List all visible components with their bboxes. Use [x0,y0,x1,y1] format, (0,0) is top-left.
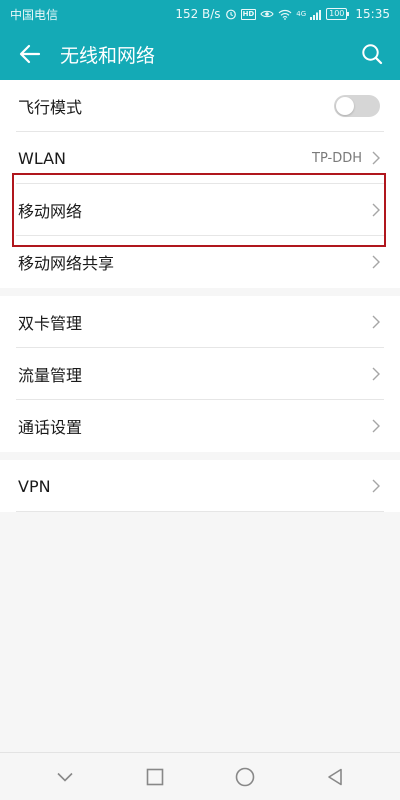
home-circle-icon [235,767,255,786]
navigation-bar [0,752,400,800]
collapse-down-icon [57,772,73,782]
hd-badge: HD [240,8,257,20]
network-settings-group: 飞行模式 WLAN TP-DDH 移动网络 移动网络共享 [0,80,400,288]
status-bar: 中国电信 152 B/s HD 4G 100 15:35 [0,0,400,28]
chevron-right-icon [370,202,382,218]
divider [16,511,384,512]
collapse-button[interactable] [45,757,85,797]
battery-level: 100 [329,9,345,18]
data-usage-row[interactable]: 流量管理 [0,348,400,400]
call-settings-label: 通话设置 [18,418,83,437]
eye-icon [260,9,274,19]
tethering-row[interactable]: 移动网络共享 [0,236,400,288]
app-bar: 无线和网络 [0,28,400,80]
dual-sim-row[interactable]: 双卡管理 [0,296,400,348]
chevron-right-icon [370,478,382,494]
page-title: 无线和网络 [60,44,156,67]
airplane-mode-label: 飞行模式 [18,98,83,117]
airplane-mode-toggle[interactable] [334,95,380,117]
back-arrow-icon [19,44,41,64]
call-settings-row[interactable]: 通话设置 [0,400,400,452]
network-type: 4G [296,10,307,18]
chevron-right-icon [370,418,382,434]
wlan-label: WLAN [18,148,67,168]
wifi-icon [278,9,292,20]
search-icon [362,44,383,65]
vpn-row[interactable]: VPN [0,460,400,512]
signal-icon [310,9,322,20]
chevron-right-icon [370,314,382,330]
vpn-group: VPN [0,460,400,512]
airplane-mode-row[interactable]: 飞行模式 [0,80,400,132]
network-speed: 152 B/s [175,7,221,21]
wlan-network-name: TP-DDH [312,150,362,166]
chevron-right-icon [370,254,382,270]
chevron-right-icon [370,366,382,382]
toggle-knob [336,97,354,115]
mobile-network-row[interactable]: 移动网络 [0,184,400,236]
nav-back-button[interactable] [315,757,355,797]
back-button[interactable] [0,28,60,80]
home-button[interactable] [225,757,265,797]
search-button[interactable] [344,28,400,80]
alarm-icon [225,8,237,20]
dual-sim-label: 双卡管理 [18,314,83,333]
sim-settings-group: 双卡管理 流量管理 通话设置 [0,296,400,452]
recents-square-icon [146,768,164,785]
chevron-right-icon [370,150,382,166]
recents-button[interactable] [135,757,175,797]
battery-icon: 100 [326,8,350,20]
data-usage-label: 流量管理 [18,366,83,385]
status-icons: 152 B/s HD 4G 100 15:35 [175,7,390,21]
clock: 15:35 [355,7,390,21]
carrier-name: 中国电信 [10,7,59,22]
wlan-row[interactable]: WLAN TP-DDH [0,132,400,184]
vpn-label: VPN [18,476,51,496]
tethering-label: 移动网络共享 [18,254,115,273]
mobile-network-label: 移动网络 [18,202,83,221]
back-triangle-icon [328,768,342,785]
